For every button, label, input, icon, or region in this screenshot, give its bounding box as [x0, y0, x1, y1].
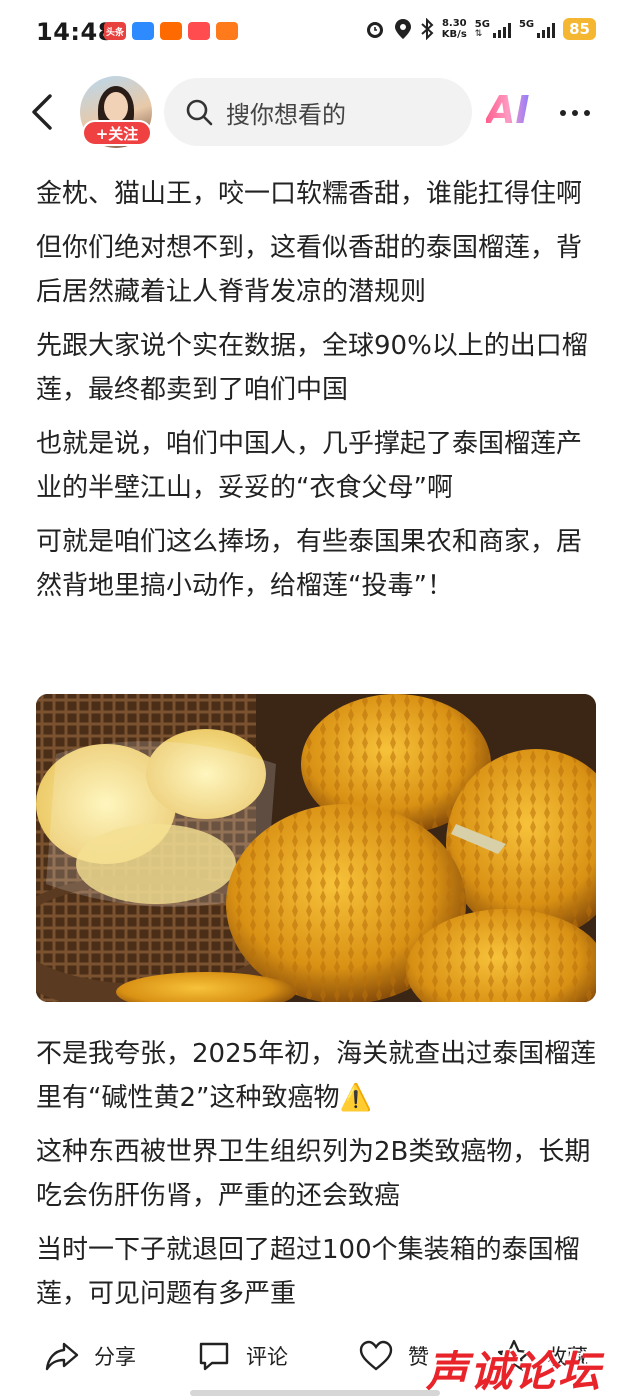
signal-strength-icon: [492, 22, 511, 38]
comment-label: 评论: [246, 1345, 288, 1369]
home-indicator[interactable]: [190, 1390, 440, 1396]
status-bar: 14:48 头条 8.30 KB/s 5G ⇅ 5G 85: [0, 0, 630, 64]
forum-watermark: 声诚论坛: [426, 1347, 603, 1396]
search-placeholder: 搜你想看的: [226, 100, 346, 129]
notification-app-icons: 头条: [104, 22, 238, 40]
more-options-icon[interactable]: [560, 98, 600, 128]
comment-icon: [199, 1342, 229, 1371]
ai-assistant-button[interactable]: AI: [486, 88, 530, 132]
article-paragraph: 金枕、猫山王，咬一口软糯香甜，谁能扛得住啊: [36, 179, 583, 209]
article-body-bottom: 不是我夸张，2025年初，海关就查出过泰国榴莲里有“碱性黄2”这种致癌物⚠️ 这种…: [36, 1032, 604, 1326]
avatar-face: [104, 92, 128, 122]
search-input[interactable]: 搜你想看的: [164, 78, 472, 146]
article-paragraph: 但你们绝对想不到，这看似香甜的泰国榴莲，背后居然藏着让人脊背发凉的潜规则: [36, 233, 583, 307]
status-indicators: 8.30 KB/s 5G ⇅ 5G 85: [364, 18, 596, 40]
data-arrows-icon: ⇅: [474, 29, 483, 39]
signal-type-label: 5G: [518, 19, 535, 30]
notification-app-icon: [160, 22, 182, 40]
back-arrow-icon[interactable]: [28, 92, 58, 132]
article-paragraph: 这种东西被世界卫生组织列为2B类致癌物，长期吃会伤肝伤肾，严重的还会致癌: [36, 1137, 591, 1211]
article-paragraph: 当时一下子就退回了超过100个集装箱的泰国榴莲，可见问题有多严重: [36, 1235, 580, 1309]
heart-icon: [359, 1340, 393, 1371]
top-navigation: +关注 搜你想看的 AI: [0, 70, 630, 154]
share-label: 分享: [94, 1345, 136, 1369]
notification-app-icon: [188, 22, 210, 40]
network-speed: 8.30 KB/s: [442, 18, 467, 40]
alarm-icon: [366, 22, 383, 38]
share-icon: [45, 1342, 79, 1371]
durian-illustration: [36, 694, 596, 1002]
notification-app-icon: [216, 22, 238, 40]
bluetooth-icon: [421, 18, 434, 40]
signal-group-2: 5G: [518, 19, 556, 38]
follow-button[interactable]: +关注: [82, 120, 152, 146]
article-paragraph: 也就是说，咱们中国人，几乎撑起了泰国榴莲产业的半壁江山，妥妥的“衣食父母”啊: [36, 429, 583, 503]
durian-photo[interactable]: [36, 694, 596, 1002]
article-body-top: 金枕、猫山王，咬一口软糯香甜，谁能扛得住啊但你们绝对想不到，这看似香甜的泰国榴莲…: [36, 172, 604, 618]
share-button[interactable]: 分享: [44, 1338, 136, 1374]
search-icon: [186, 99, 213, 126]
article-paragraph: 先跟大家说个实在数据，全球90%以上的出口榴莲，最终都卖到了咱们中国: [36, 331, 588, 405]
network-speed-unit: KB/s: [441, 29, 467, 40]
comment-button[interactable]: 评论: [196, 1338, 288, 1374]
network-speed-value: 8.30: [441, 18, 467, 29]
like-button[interactable]: 赞: [358, 1338, 429, 1374]
article-paragraph: 不是我夸张，2025年初，海关就查出过泰国榴莲里有“碱性黄2”这种致癌物⚠️: [36, 1039, 597, 1113]
notification-app-icon: [132, 22, 154, 40]
article-paragraph: 可就是咱们这么捧场，有些泰国果农和商家，居然背地里搞小动作，给榴莲“投毒”！: [36, 527, 583, 601]
notification-app-icon: 头条: [104, 22, 126, 40]
signal-strength-icon: [537, 22, 556, 38]
signal-group-1: 5G ⇅: [474, 20, 511, 39]
location-icon: [394, 19, 411, 39]
battery-indicator: 85: [563, 18, 596, 40]
